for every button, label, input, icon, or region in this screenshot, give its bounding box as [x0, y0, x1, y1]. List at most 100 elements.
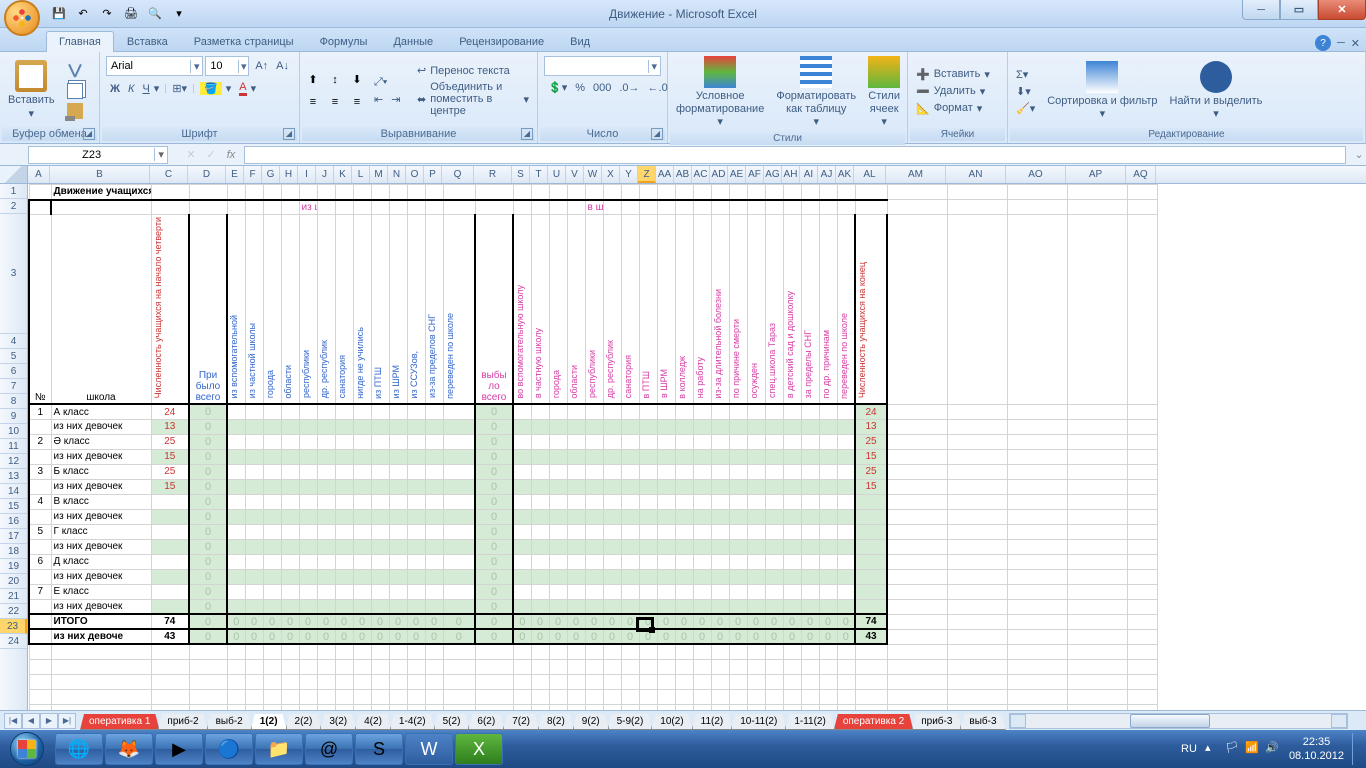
name-box-input[interactable] [29, 149, 154, 161]
ribbon-tab[interactable]: Разметка страницы [181, 31, 307, 52]
office-button[interactable] [4, 0, 40, 36]
fill-color-button[interactable]: 🪣▾ [196, 80, 235, 97]
align-right-button[interactable]: ≡ [346, 91, 368, 113]
column-header[interactable]: L [352, 166, 370, 183]
tab-next-icon[interactable]: ▶ [40, 713, 58, 729]
ribbon-tab[interactable]: Вставка [114, 31, 181, 52]
ribbon-tab[interactable]: Вид [557, 31, 603, 52]
column-header[interactable]: AC [692, 166, 710, 183]
insert-cells-button[interactable]: ➕Вставить▾ [912, 67, 1003, 82]
wrap-text-button[interactable]: ↩Перенос текста [413, 63, 533, 78]
row-header[interactable]: 17 [0, 529, 27, 544]
column-header[interactable]: AQ [1126, 166, 1156, 183]
ribbon-tab[interactable]: Данные [380, 31, 446, 52]
scroll-left-icon[interactable] [1010, 714, 1026, 728]
column-header[interactable]: AL [854, 166, 886, 183]
column-header[interactable]: AB [674, 166, 692, 183]
row-header[interactable]: 8 [0, 394, 27, 409]
accounting-format-button[interactable]: 💲▾ [544, 80, 571, 95]
column-header[interactable]: U [548, 166, 566, 183]
redo-icon[interactable]: ↷ [96, 3, 118, 25]
sheet-tab[interactable]: 10(2) [651, 714, 692, 730]
paste-button[interactable]: Вставить ▾ [2, 58, 61, 122]
sheet-tab[interactable]: 4(2) [355, 714, 391, 730]
row-header[interactable]: 13 [0, 469, 27, 484]
tray-volume-icon[interactable]: 🔊 [1265, 741, 1281, 757]
ribbon-minimize-icon[interactable]: ─ [1337, 37, 1345, 49]
formula-input[interactable] [244, 146, 1346, 164]
row-header[interactable]: 14 [0, 484, 27, 499]
sheet-tab[interactable]: приб-3 [912, 714, 961, 730]
expand-formula-icon[interactable]: ⌄ [1352, 148, 1366, 161]
shrink-font-button[interactable]: A↓ [272, 56, 293, 76]
align-bottom-button[interactable]: ⬇ [346, 69, 368, 91]
format-painter-button[interactable] [63, 102, 87, 120]
row-header[interactable]: 11 [0, 439, 27, 454]
column-header[interactable]: AD [710, 166, 728, 183]
dialog-launcher-icon[interactable]: ◢ [283, 128, 295, 140]
taskbar-firefox[interactable]: 🦊 [105, 733, 153, 765]
fx-icon[interactable]: fx [222, 146, 240, 164]
sheet-tab[interactable]: 7(2) [503, 714, 539, 730]
start-button[interactable] [0, 730, 54, 768]
column-header[interactable]: N [388, 166, 406, 183]
column-header[interactable]: M [370, 166, 388, 183]
font-color-button[interactable]: A▾ [235, 80, 260, 97]
autosum-button[interactable]: Σ▾ [1012, 67, 1039, 82]
dropdown-icon[interactable]: ▾ [648, 60, 660, 73]
cancel-formula-icon[interactable]: ✕ [182, 146, 200, 164]
ribbon-tab[interactable]: Формулы [307, 31, 381, 52]
format-cells-button[interactable]: 📐Формат▾ [912, 101, 1003, 116]
row-header[interactable]: 9 [0, 409, 27, 424]
conditional-formatting-button[interactable]: Условное форматирование▾ [670, 54, 770, 132]
taskbar-explorer[interactable]: 📁 [255, 733, 303, 765]
save-icon[interactable]: 💾 [48, 3, 70, 25]
row-header[interactable]: 19 [0, 559, 27, 574]
taskbar-excel[interactable]: X [455, 733, 503, 765]
sheet-tab[interactable]: 8(2) [538, 714, 574, 730]
decrease-indent-button[interactable]: ⇤ [370, 92, 387, 107]
column-header[interactable]: AI [800, 166, 818, 183]
column-header[interactable]: AH [782, 166, 800, 183]
sheet-tab[interactable]: оперативка 1 [80, 714, 159, 730]
column-header[interactable]: K [334, 166, 352, 183]
row-header[interactable]: 7 [0, 379, 27, 394]
column-header[interactable]: I [298, 166, 316, 183]
scroll-thumb[interactable] [1130, 714, 1210, 728]
column-header[interactable]: AJ [818, 166, 836, 183]
clock[interactable]: 22:35 08.10.2012 [1289, 735, 1344, 764]
format-as-table-button[interactable]: Форматировать как таблицу▾ [770, 54, 862, 132]
column-header[interactable]: AG [764, 166, 782, 183]
sheet-tab[interactable]: 1(2) [251, 714, 287, 730]
row-header[interactable]: 23 [0, 619, 27, 634]
column-header[interactable]: AK [836, 166, 854, 183]
row-header[interactable]: 5 [0, 349, 27, 364]
spreadsheet-grid[interactable]: ABCDEFGHIJKLMNOPQRSTUVWXYZAAABACADAEAFAG… [0, 166, 1366, 710]
row-header[interactable]: 3 [0, 214, 27, 334]
row-header[interactable]: 2 [0, 199, 27, 214]
cell-styles-button[interactable]: Стили ячеек▾ [862, 54, 906, 132]
tray-overflow-icon[interactable]: ▴ [1205, 741, 1221, 757]
number-format-combo[interactable]: ▾ [544, 56, 661, 76]
cut-button[interactable] [63, 62, 87, 80]
taskbar-skype[interactable]: S [355, 733, 403, 765]
tab-last-icon[interactable]: ▶| [58, 713, 76, 729]
taskbar-media[interactable]: ▶ [155, 733, 203, 765]
row-header[interactable]: 18 [0, 544, 27, 559]
sheet-tab[interactable]: 1-4(2) [390, 714, 435, 730]
ribbon-tab[interactable]: Рецензирование [446, 31, 557, 52]
column-header[interactable]: D [188, 166, 226, 183]
row-header[interactable]: 4 [0, 334, 27, 349]
dropdown-icon[interactable]: ▾ [154, 148, 167, 161]
column-header[interactable]: H [280, 166, 298, 183]
sheet-tab[interactable]: выб-2 [207, 714, 252, 730]
taskbar-ie[interactable]: 🌐 [55, 733, 103, 765]
border-button[interactable]: ⊞▾ [168, 80, 191, 97]
sheet-tab[interactable]: 3(2) [320, 714, 356, 730]
print-icon[interactable]: 🖨 [120, 3, 142, 25]
sheet-tab[interactable]: 10-11(2) [731, 714, 786, 730]
dialog-launcher-icon[interactable]: ◢ [521, 128, 533, 140]
grow-font-button[interactable]: A↑ [251, 56, 272, 76]
dropdown-icon[interactable]: ▾ [238, 60, 248, 73]
column-header[interactable]: AE [728, 166, 746, 183]
